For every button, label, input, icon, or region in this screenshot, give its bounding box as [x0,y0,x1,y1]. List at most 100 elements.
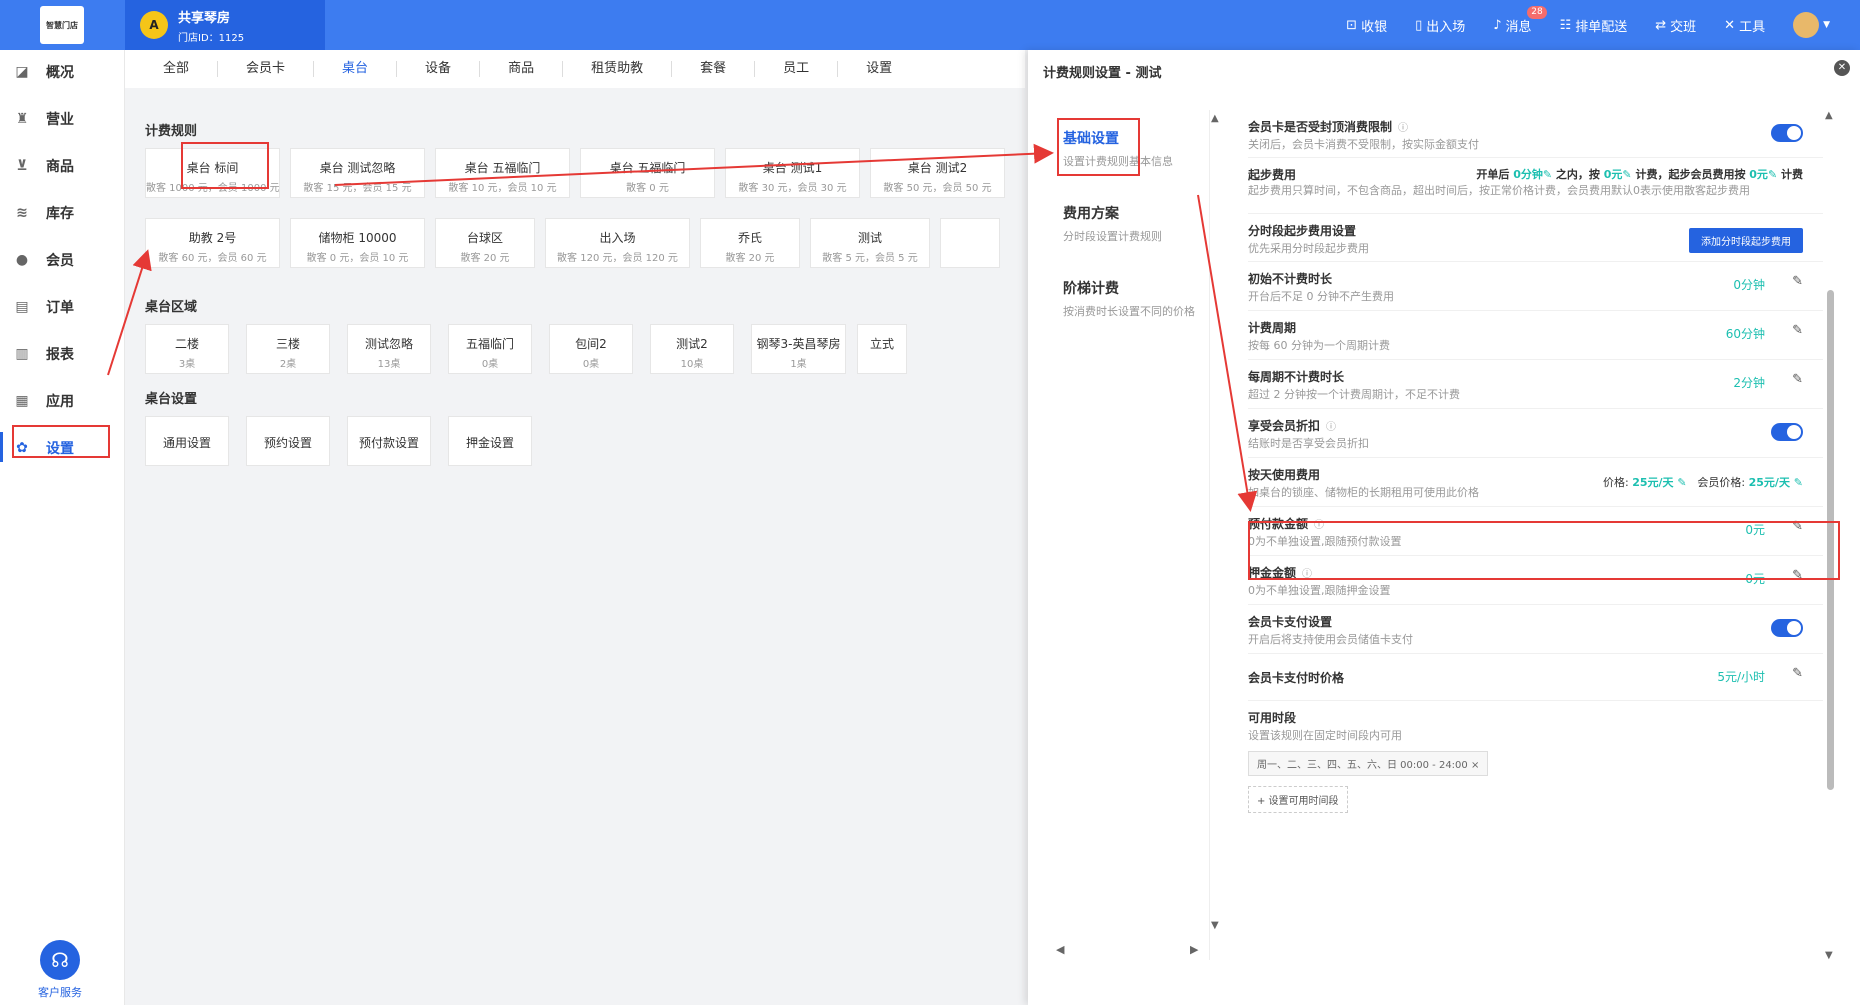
sidebar-item-orders[interactable]: ▤ 订单 [12,297,74,317]
scroll-up-icon[interactable]: ▲ [1825,110,1833,121]
close-icon[interactable]: ✕ [1834,60,1850,76]
billing-rule-card[interactable]: 台球区 散客 20 元 [435,218,535,268]
edit-icon[interactable]: ✎ [1790,476,1803,489]
close-icon[interactable]: × [1471,760,1479,771]
billing-rule-card[interactable]: 乔氏 散客 20 元 [700,218,800,268]
area-card[interactable]: 二楼 3桌 [145,324,229,374]
scroll-down-icon[interactable]: ▼ [1211,920,1219,931]
order-icon: ▤ [15,299,29,315]
row-desc: 设置该规则在固定时间段内可用 [1248,729,1402,742]
store-switcher[interactable]: A 共享琴房 门店ID：1125 [125,0,325,50]
daily-price-value[interactable]: 25元/天 [1632,476,1673,489]
area-card[interactable]: 钢琴3-英昌琴房 1桌 [751,324,846,374]
edit-icon[interactable]: ✎ [1543,168,1552,181]
tab-device[interactable]: 设备 [397,61,481,77]
sidebar-item-reports[interactable]: ▥ 报表 [12,344,74,364]
billing-rule-card[interactable]: 桌台 测试忽略 散客 15 元，会员 15 元 [290,148,425,198]
billing-rule-card[interactable]: 测试 散客 5 元，会员 5 元 [810,218,930,268]
chevron-down-icon[interactable]: ▼ [1823,20,1830,30]
user-avatar[interactable] [1793,12,1820,38]
sidebar-item-overview[interactable]: ◪ 概况 [12,62,74,82]
add-time-range-button[interactable]: + 设置可用时间段 [1248,786,1348,813]
area-card[interactable]: 五福临门 0桌 [448,324,532,374]
time-range-chip[interactable]: 周一、二、三、四、五、六、日 00:00 - 24:00 × [1248,751,1489,776]
deposit-settings-card[interactable]: 押金设置 [448,416,532,466]
card-title: 二楼 [174,337,199,351]
card-subtitle: 1桌 [790,359,807,370]
billing-rule-card[interactable]: 储物柜 10000 散客 0 元，会员 10 元 [290,218,425,268]
tab-staff[interactable]: 员工 [755,61,839,77]
billing-rule-card[interactable] [940,218,1000,268]
logo[interactable]: 智慧门店 [40,6,84,44]
start-price-value[interactable]: 0元 [1604,168,1623,181]
edit-icon[interactable]: ✎ [1768,168,1777,181]
general-settings-card[interactable]: 通用设置 [145,416,229,466]
area-card[interactable]: 立式 [857,324,907,374]
row-desc: 按每 60 分钟为一个周期计费 [1248,339,1390,352]
area-card[interactable]: 测试2 10桌 [650,324,734,374]
sidebar-item-goods[interactable]: ⊻ 商品 [12,156,74,176]
sidebar-item-business[interactable]: ♜ 营业 [12,109,74,129]
scroll-up-icon[interactable]: ▲ [1211,113,1219,124]
nav-tiered-billing[interactable]: 阶梯计费 按消费时长设置不同的价格 [1047,278,1210,319]
start-minutes-value[interactable]: 0分钟 [1513,168,1543,181]
tab-all[interactable]: 全部 [135,61,219,77]
tab-rental[interactable]: 租赁助教 [563,61,673,77]
prepay-settings-card[interactable]: 预付款设置 [347,416,431,466]
row-title: 起步费用 [1248,168,1297,182]
edit-icon[interactable]: ✎ [1792,323,1803,338]
sidebar-item-apps[interactable]: ▦ 应用 [12,391,74,411]
area-card[interactable]: 测试忽略 13桌 [347,324,431,374]
scroll-left-icon[interactable]: ◀ [1056,943,1064,956]
member-cap-toggle[interactable] [1771,124,1803,142]
nav-fee-plan[interactable]: 费用方案 分时段设置计费规则 [1047,203,1210,244]
card-title: 立式 [869,337,894,351]
tools-button[interactable]: ✕ 工具 [1724,16,1765,35]
row-title-text: 享受会员折扣 [1248,419,1321,433]
edit-icon[interactable]: ✎ [1792,274,1803,289]
member-discount-toggle[interactable] [1771,423,1803,441]
billing-rule-card[interactable]: 助教 2号 散客 60 元，会员 60 元 [145,218,280,268]
edit-icon[interactable]: ✎ [1792,666,1803,681]
customer-service-button[interactable]: ☊ 客户服务 [38,940,82,1000]
scroll-right-icon[interactable]: ▶ [1190,943,1198,956]
card-title: 测试忽略 [364,337,413,351]
area-card[interactable]: 三楼 2桌 [246,324,330,374]
reservation-settings-card[interactable]: 预约设置 [246,416,330,466]
cash-button[interactable]: ⊡ 收银 [1346,16,1387,35]
add-segment-start-fee-button[interactable]: 添加分时段起步费用 [1689,228,1803,253]
tab-goods[interactable]: 商品 [480,61,564,77]
entry-exit-button[interactable]: ▯ 出入场 [1415,16,1465,35]
schedule-button[interactable]: ☷ 排单配送 [1560,16,1628,35]
card-pay-toggle[interactable] [1771,619,1803,637]
tab-member-card[interactable]: 会员卡 [218,61,315,77]
edit-icon[interactable]: ✎ [1674,476,1691,489]
billing-rule-card[interactable]: 出入场 散客 120 元，会员 120 元 [545,218,690,268]
member-icon: ● [15,252,29,268]
cash-icon: ⊡ [1346,17,1358,33]
daily-member-price-value[interactable]: 25元/天 [1749,476,1790,489]
start-member-price-value[interactable]: 0元 [1749,168,1768,181]
billing-rule-card[interactable]: 桌台 五福临门 散客 0 元 [580,148,715,198]
tab-settings[interactable]: 设置 [838,61,920,77]
billing-rule-card[interactable]: 桌台 测试2 散客 50 元，会员 50 元 [870,148,1005,198]
edit-icon[interactable]: ✎ [1622,168,1631,181]
handover-button[interactable]: ⇄ 交班 [1655,16,1696,35]
messages-button[interactable]: ♪ 消息 28 [1493,5,1547,35]
tab-table[interactable]: 桌台 [314,61,398,77]
logo-text: 智慧门店 [46,20,78,30]
billing-rule-card[interactable]: 桌台 五福临门 散客 10 元，会员 10 元 [435,148,570,198]
card-title: 预约设置 [263,436,312,450]
tab-package[interactable]: 套餐 [672,61,756,77]
card-title: 押金设置 [465,436,514,450]
scroll-down-icon[interactable]: ▼ [1825,950,1833,961]
edit-icon[interactable]: ✎ [1792,372,1803,387]
sidebar-item-inventory[interactable]: ≋ 库存 [12,203,74,223]
active-indicator [0,432,3,462]
billing-rule-card[interactable]: 桌台 测试1 散客 30 元，会员 30 元 [725,148,860,198]
sidebar: ◪ 概况 ♜ 营业 ⊻ 商品 ≋ 库存 ● 会员 ▤ 订单 ▥ 报表 ▦ 应用 ✿ 设置 ☊ 客户… [0,50,125,1005]
sidebar-item-members[interactable]: ● 会员 [12,250,74,270]
area-card[interactable]: 包间2 0桌 [549,324,633,374]
row-desc: 起步费用只算时间，不包含商品，超出时间后，按正常价格计费，会员费用默认0表示使用… [1248,184,1750,197]
time-range-text: 周一、二、三、四、五、六、日 00:00 - 24:00 [1257,760,1468,771]
